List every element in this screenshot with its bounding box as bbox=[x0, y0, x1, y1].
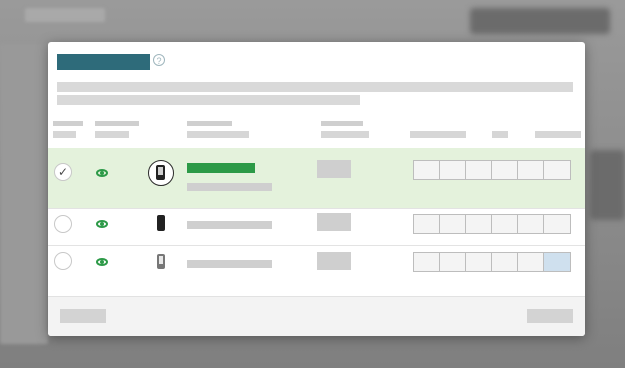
eye-icon[interactable] bbox=[96, 258, 108, 266]
eye-icon[interactable] bbox=[96, 220, 108, 228]
column-header-device-sub bbox=[187, 131, 249, 138]
device-type bbox=[317, 252, 351, 270]
column-header-select bbox=[53, 121, 83, 126]
device-row-3[interactable] bbox=[48, 246, 585, 282]
column-header-visible bbox=[95, 121, 139, 126]
slot-cell[interactable] bbox=[544, 215, 570, 233]
slot-cell[interactable] bbox=[492, 161, 518, 179]
column-header-device bbox=[187, 121, 232, 126]
eye-icon[interactable] bbox=[96, 169, 108, 177]
background-side-block bbox=[590, 150, 625, 220]
device-details bbox=[187, 183, 272, 191]
slot-cell[interactable] bbox=[414, 215, 440, 233]
slot-cell[interactable] bbox=[518, 215, 544, 233]
slot-cell[interactable] bbox=[414, 161, 440, 179]
slot-selector[interactable] bbox=[413, 214, 571, 234]
description-line-1 bbox=[57, 82, 573, 92]
feature-phone-icon bbox=[157, 254, 165, 269]
background-panel bbox=[0, 44, 48, 344]
device-name bbox=[187, 221, 272, 229]
device-selection-dialog: ? ✓ bbox=[48, 42, 585, 336]
device-row-1[interactable]: ✓ bbox=[48, 148, 585, 208]
slot-cell[interactable] bbox=[492, 253, 518, 271]
slot-selector[interactable] bbox=[413, 160, 571, 180]
column-header-slots-3 bbox=[535, 131, 581, 138]
cancel-button[interactable] bbox=[60, 309, 106, 323]
device-name bbox=[187, 163, 255, 173]
row-select-radio[interactable] bbox=[54, 215, 72, 233]
slot-cell[interactable] bbox=[440, 253, 466, 271]
column-header-type bbox=[321, 121, 363, 126]
slot-selector[interactable] bbox=[413, 252, 571, 272]
confirm-button[interactable] bbox=[527, 309, 573, 323]
device-selected-ring bbox=[148, 160, 174, 186]
slot-cell[interactable] bbox=[440, 215, 466, 233]
device-name bbox=[187, 260, 272, 268]
slot-cell[interactable] bbox=[440, 161, 466, 179]
description-line-2 bbox=[57, 95, 360, 105]
slot-cell[interactable] bbox=[492, 215, 518, 233]
row-select-radio[interactable]: ✓ bbox=[54, 163, 72, 181]
device-type bbox=[317, 160, 351, 178]
slot-cell[interactable] bbox=[414, 253, 440, 271]
column-header-slots-1 bbox=[410, 131, 466, 138]
slot-cell[interactable] bbox=[466, 161, 492, 179]
dialog-footer bbox=[48, 296, 585, 336]
device-type bbox=[317, 213, 351, 231]
slot-cell[interactable] bbox=[544, 161, 570, 179]
slot-cell-active[interactable] bbox=[544, 253, 570, 271]
background-header-bar bbox=[25, 8, 105, 22]
slot-cell[interactable] bbox=[518, 161, 544, 179]
background-header-logo bbox=[470, 8, 610, 34]
slot-cell[interactable] bbox=[466, 253, 492, 271]
dialog-title bbox=[57, 54, 150, 70]
slot-cell[interactable] bbox=[466, 215, 492, 233]
device-row-2[interactable] bbox=[48, 209, 585, 245]
help-icon[interactable]: ? bbox=[153, 54, 165, 66]
phone-icon bbox=[157, 215, 165, 231]
column-header-select-sub bbox=[53, 131, 76, 138]
column-header-slots-2 bbox=[492, 131, 508, 138]
row-select-radio[interactable] bbox=[54, 252, 72, 270]
column-header-type-sub bbox=[321, 131, 369, 138]
column-header-visible-sub bbox=[95, 131, 129, 138]
slot-cell[interactable] bbox=[518, 253, 544, 271]
smartphone-icon bbox=[156, 165, 165, 180]
